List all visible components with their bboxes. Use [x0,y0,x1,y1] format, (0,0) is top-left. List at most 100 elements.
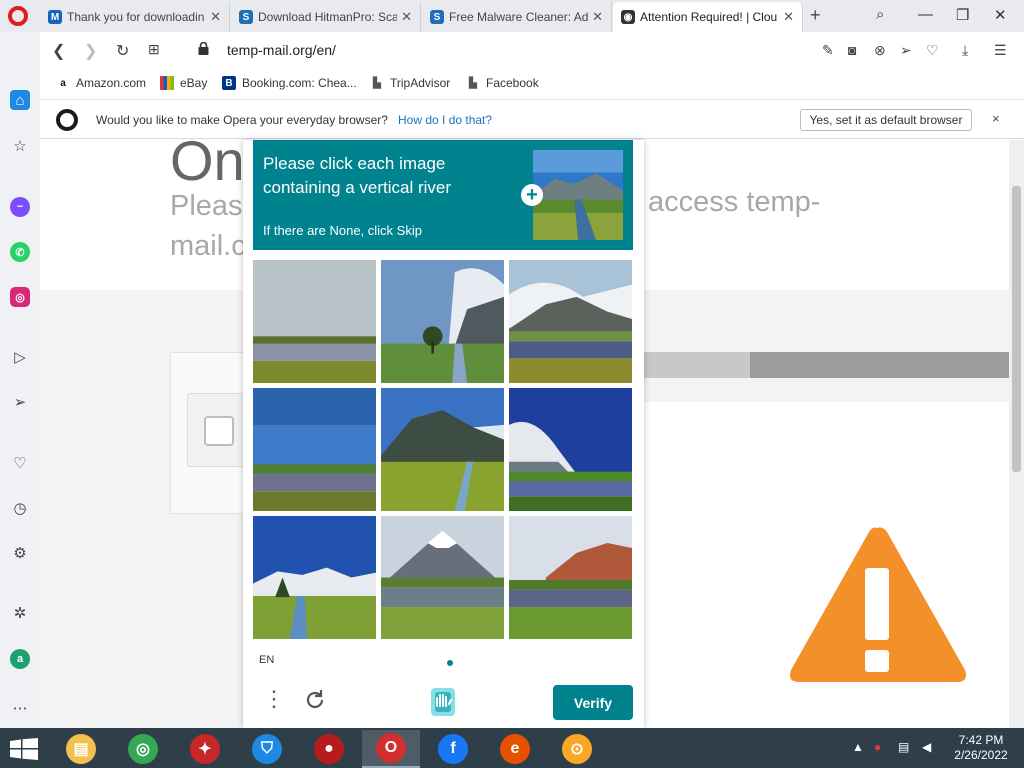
image-tile-2[interactable] [381,260,504,383]
browser-tab[interactable]: S Download HitmanPro: Sca ✕ [231,2,421,32]
tab-title: Download HitmanPro: Sca [258,10,398,24]
taskbar-app[interactable]: ⊙ [548,730,606,768]
opera-menu-icon[interactable] [8,6,28,26]
send-icon[interactable]: ➢ [900,42,912,59]
back-icon[interactable]: ❮ [52,41,65,61]
close-tab-icon[interactable]: ✕ [210,9,221,25]
adblock-icon[interactable]: ⊗ [874,42,886,59]
tab-title: Attention Required! | Clou [640,10,778,24]
close-tab-icon[interactable]: ✕ [592,9,603,25]
new-tab-icon[interactable]: + [810,5,821,26]
close-notification-icon[interactable]: × [992,111,1000,126]
camera-icon[interactable]: ◙ [848,42,856,58]
bookmark-label: Facebook [486,76,539,90]
player-icon[interactable]: ▷ [10,347,30,367]
history-icon[interactable]: ◷ [10,498,30,518]
image-tile-4[interactable] [253,388,376,511]
opera-logo-icon [56,109,78,131]
taskbar-app[interactable]: f [424,730,482,768]
messenger-icon[interactable]: ~ [10,197,30,217]
tab-title: Free Malware Cleaner: Ad [449,10,589,24]
close-tab-icon[interactable]: ✕ [783,9,794,25]
privacy-app-icon: ⊙ [562,734,592,764]
image-tile-1[interactable] [253,260,376,383]
edit-icon[interactable]: ✎ [822,42,834,59]
lock-icon[interactable] [198,42,209,55]
browser-tab[interactable]: M Thank you for downloadin ✕ [40,2,230,32]
bookmark-amazon[interactable]: a Amazon.com [56,76,146,90]
restore-icon[interactable]: ❐ [956,6,969,24]
taskbar-app[interactable]: O [362,730,420,768]
taskbar-app[interactable]: ▤ [52,730,110,768]
malwarebytes-icon: M [48,10,62,24]
bookmark-ebay[interactable]: eBay [160,76,207,90]
screen-recorder-icon: ● [314,734,344,764]
hcaptcha-logo-icon [431,688,455,716]
file-explorer-icon: ▤ [66,734,96,764]
network-icon[interactable]: ▤ [898,740,909,754]
whatsapp-icon[interactable]: ✆ [10,242,30,262]
opera-icon: O [376,733,406,763]
system-clock[interactable]: 7:42 PM 2/26/2022 [946,733,1016,763]
image-tile-5[interactable] [381,388,504,511]
volume-muted-icon[interactable]: ◀ [922,740,931,754]
how-link[interactable]: How do I do that? [398,113,492,127]
page-scrollbar[interactable] [1009,140,1024,728]
ebay-icon [160,76,174,90]
home-icon[interactable]: ⌂ [10,90,30,110]
facebook-icon: f [438,734,468,764]
expand-example-icon[interactable]: + [521,184,543,206]
reload-icon[interactable]: ↻ [116,41,129,61]
download-icon[interactable]: ⤓ [962,42,968,59]
close-tab-icon[interactable]: ✕ [401,9,412,25]
heart-icon[interactable]: ♡ [926,42,939,59]
bookmark-facebook[interactable]: ▙ Facebook [466,76,539,90]
taskbar-app[interactable]: ✦ [176,730,234,768]
page-subtitle-right: access temp- [648,186,821,218]
language-selector[interactable]: EN [259,654,274,666]
aria-icon[interactable]: a [10,649,30,669]
speed-dial-icon[interactable]: ⊞ [148,41,160,58]
refresh-icon[interactable] [303,688,327,712]
image-tile-9[interactable] [509,516,632,639]
browser-tab[interactable]: ◉ Attention Required! | Clou ✕ [613,2,803,32]
image-tile-8[interactable] [381,516,504,639]
menu-icon[interactable]: ⋮ [263,688,285,710]
verify-button[interactable]: Verify [553,685,633,720]
heart-icon[interactable]: ♡ [10,453,30,473]
taskbar-app[interactable]: ● [300,730,358,768]
send-icon[interactable]: ➢ [10,392,30,412]
image-tile-7[interactable] [253,516,376,639]
image-tile-6[interactable] [509,388,632,511]
forward-icon[interactable]: ❯ [84,41,97,61]
captcha-checkbox[interactable] [204,416,234,446]
settings-gear-icon[interactable]: ⚙ [10,543,30,563]
image-tile-3[interactable] [509,260,632,383]
set-default-button[interactable]: Yes, set it as default browser [800,109,972,131]
taskbar-app[interactable]: ◎ [114,730,172,768]
more-icon[interactable]: ⋯ [10,698,30,718]
taskbar-app[interactable]: ⛉ [238,730,296,768]
close-window-icon[interactable]: ✕ [994,6,1007,24]
lightbulb-icon[interactable]: ✲ [10,603,30,623]
address-bar: ❮ ❯ ↻ ⊞ temp-mail.org/en/ ✎ ◙ ⊗ ➢ ♡ ⤓ ☰ [40,32,1024,68]
prompt-text: Please click each image containing a ver… [263,154,452,197]
search-tabs-icon[interactable]: ⌕ [876,6,884,23]
progress-dot [447,660,453,666]
easy-setup-icon[interactable]: ☰ [994,42,1007,59]
minimize-icon[interactable]: — [918,6,933,23]
security-app-icon: ✦ [190,734,220,764]
show-hidden-icons[interactable]: ▲ [852,740,864,754]
windows-start-icon[interactable] [10,738,38,760]
bookmark-booking[interactable]: B Booking.com: Chea... [222,76,357,90]
example-image [533,150,623,240]
instagram-icon[interactable]: ◎ [10,287,30,307]
url-field[interactable]: temp-mail.org/en/ [227,42,336,58]
star-icon[interactable]: ☆ [10,136,30,156]
scrollbar-thumb[interactable] [1012,186,1021,472]
windows-taskbar: ▤ ◎ ✦ ⛉ ● Of e ⊙ ▲ ● ▤ ◀ 7:42 PM 2/26/2022 [0,728,1024,768]
browser-tab[interactable]: S Free Malware Cleaner: Ad ✕ [422,2,612,32]
bookmark-tripadvisor[interactable]: ▙ TripAdvisor [370,76,450,90]
taskbar-app[interactable]: e [486,730,544,768]
recorder-tray-icon[interactable]: ● [874,740,881,754]
